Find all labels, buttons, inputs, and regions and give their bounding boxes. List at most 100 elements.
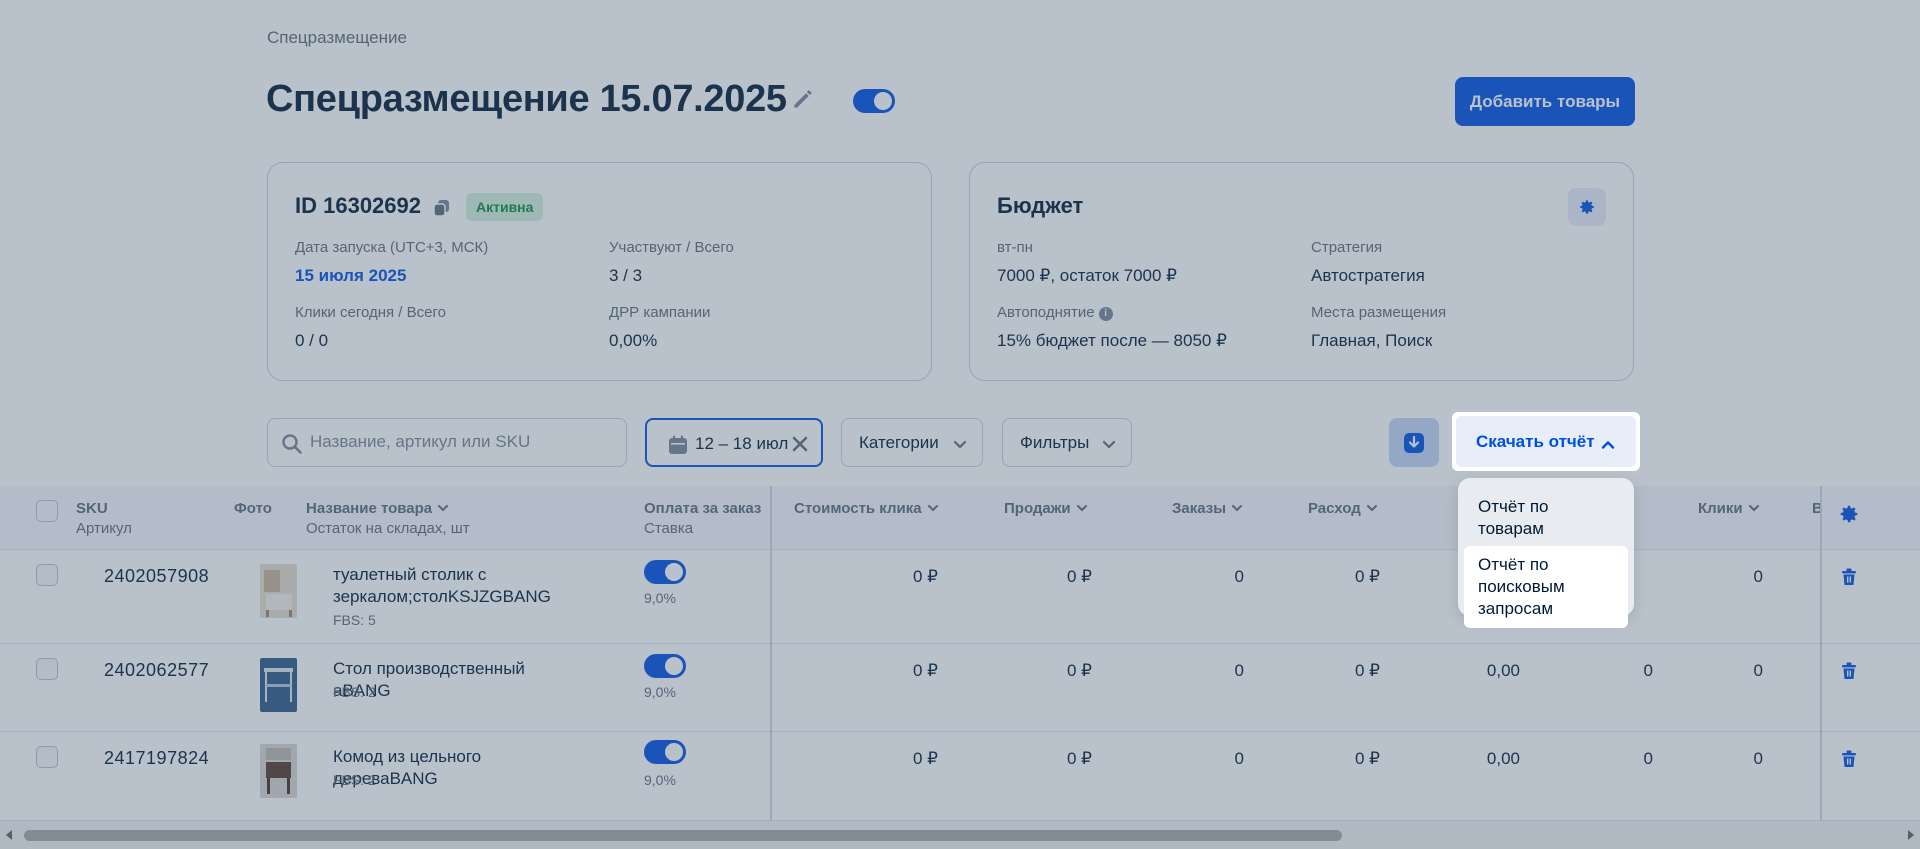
search-input[interactable] — [310, 419, 620, 465]
row-sales: 0 ₽ — [1067, 567, 1092, 586]
column-divider — [1820, 486, 1822, 821]
row-checkbox[interactable] — [36, 658, 58, 680]
row-stock: FBS: 2 — [333, 772, 376, 788]
download-report-inner: Скачать отчёт — [1456, 416, 1636, 467]
header-spend[interactable]: Расход — [1308, 500, 1378, 517]
info-icon[interactable]: i — [1098, 307, 1113, 321]
header-name-text: Название товара — [306, 500, 433, 517]
row-spend: 0 ₽ — [1355, 661, 1380, 680]
row-drr: 0,00 — [1486, 661, 1520, 680]
row-orders: 0 — [1234, 661, 1244, 680]
menu-item-search-queries-report[interactable]: Отчёт по поисковым запросам — [1464, 546, 1628, 628]
row-product-name[interactable]: туалетный столик с зеркалом;столKSJZGBAN… — [333, 564, 573, 608]
budget-period-label: вт-пн — [997, 239, 1033, 256]
trash-icon[interactable] — [1839, 661, 1859, 681]
row-spend: 0 ₽ — [1355, 749, 1380, 768]
budget-card: Бюджет вт-пн 7000 ₽, остаток 7000 ₽ Стра… — [969, 162, 1634, 381]
row-rate: 9,0% — [644, 590, 676, 606]
row-pay-per-order-toggle[interactable] — [644, 560, 686, 584]
chevron-down-icon — [438, 505, 449, 512]
campaign-id: ID 16302692 — [295, 193, 421, 218]
chevron-down-icon — [1232, 505, 1243, 512]
campaign-active-toggle[interactable] — [853, 89, 895, 113]
date-range-filter[interactable]: 12 – 18 июл — [645, 418, 823, 467]
header-sku: SKU Артикул — [76, 500, 132, 537]
row-sales: 0 ₽ — [1067, 661, 1092, 680]
row-sales: 0 ₽ — [1067, 749, 1092, 768]
scroll-left-arrow[interactable] — [6, 830, 12, 840]
placement-label: Места размещения — [1311, 304, 1447, 321]
header-clicks-text: Клики — [1698, 500, 1743, 517]
row-pay-per-order-toggle[interactable] — [644, 740, 686, 764]
row-clicks: 0 — [1753, 567, 1763, 586]
filters-label: Фильтры — [1020, 432, 1090, 452]
header-clicks[interactable]: Клики — [1698, 500, 1760, 517]
row-stock: FBS: 5 — [333, 612, 376, 628]
placement-value: Главная, Поиск — [1311, 331, 1433, 350]
product-thumbnail[interactable] — [260, 744, 297, 798]
chevron-down-icon — [1366, 505, 1377, 512]
header-click-cost[interactable]: Стоимость клика — [794, 500, 939, 517]
row-click-cost: 0 ₽ — [913, 661, 938, 680]
clicks-label: Клики сегодня / Всего — [295, 304, 446, 321]
trash-icon[interactable] — [1839, 567, 1859, 587]
row-col7: 0 — [1643, 749, 1653, 768]
filters-dropdown[interactable]: Фильтры — [1002, 418, 1132, 467]
row-stock: FBS: 2 — [333, 684, 376, 700]
page: Спецразмещение Спецразмещение 15.07.2025… — [0, 0, 1920, 849]
chevron-down-icon — [1076, 505, 1087, 512]
download-button[interactable] — [1389, 418, 1439, 467]
header-orders[interactable]: Заказы — [1172, 500, 1243, 517]
header-name[interactable]: Название товара Остаток на складах, шт — [306, 500, 470, 537]
scrollbar-thumb[interactable] — [24, 830, 1342, 841]
launch-date-link[interactable]: 15 июля 2025 — [295, 266, 406, 286]
row-checkbox[interactable] — [36, 746, 58, 768]
download-report-label: Скачать отчёт — [1476, 431, 1595, 451]
autoraise-label-text: Автоподнятие — [997, 304, 1095, 321]
row-checkbox[interactable] — [36, 564, 58, 586]
budget-settings-button[interactable] — [1568, 188, 1606, 226]
row-orders: 0 — [1234, 749, 1244, 768]
drr-value: 0,00% — [609, 331, 658, 350]
gear-icon — [1580, 200, 1594, 214]
row-pay-per-order-toggle[interactable] — [644, 654, 686, 678]
row-click-cost: 0 ₽ — [913, 749, 938, 768]
chevron-down-icon — [953, 440, 967, 449]
copy-icon[interactable] — [432, 198, 452, 218]
header-stock-text: Остаток на складах, шт — [306, 520, 470, 537]
scroll-right-arrow[interactable] — [1908, 830, 1914, 840]
product-thumbnail[interactable] — [260, 564, 297, 618]
column-divider — [770, 486, 772, 821]
pencil-icon[interactable] — [790, 86, 816, 112]
row-sku[interactable]: 2402062577 — [104, 660, 209, 681]
add-products-button[interactable]: Добавить товары — [1455, 77, 1635, 126]
drr-label: ДРР кампании — [609, 304, 711, 321]
row-click-cost: 0 ₽ — [913, 567, 938, 586]
report-menu: Отчёт по товарам Отчёт по поисковым запр… — [1458, 478, 1634, 628]
row-orders: 0 — [1234, 567, 1244, 586]
table-row: 2402062577 Стол производственный aBANG F… — [0, 644, 1920, 732]
row-sku[interactable]: 2402057908 — [104, 566, 209, 587]
download-icon — [1404, 432, 1424, 453]
product-thumbnail[interactable] — [260, 658, 297, 712]
header-spend-text: Расход — [1308, 500, 1361, 517]
row-rate: 9,0% — [644, 772, 676, 788]
categories-dropdown[interactable]: Категории — [841, 418, 983, 467]
row-drr: 0,00 — [1486, 749, 1520, 768]
gear-icon[interactable] — [1838, 503, 1860, 525]
header-bid-text: Ставка — [644, 520, 694, 537]
categories-label: Категории — [859, 432, 939, 452]
row-clicks: 0 — [1753, 749, 1763, 768]
horizontal-scrollbar[interactable] — [0, 821, 1920, 849]
menu-item-products-report[interactable]: Отчёт по товарам — [1464, 488, 1628, 548]
strategy-label: Стратегия — [1311, 239, 1383, 256]
select-all-checkbox[interactable] — [36, 500, 58, 522]
row-sku[interactable]: 2417197824 — [104, 748, 209, 769]
download-report-button[interactable]: Скачать отчёт — [1452, 412, 1640, 471]
header-sales[interactable]: Продажи — [1004, 500, 1088, 517]
row-rate: 9,0% — [644, 684, 676, 700]
close-icon[interactable] — [789, 433, 811, 455]
trash-icon[interactable] — [1839, 749, 1859, 769]
breadcrumb[interactable]: Спецразмещение — [267, 28, 407, 48]
budget-period-value: 7000 ₽, остаток 7000 ₽ — [997, 266, 1178, 285]
